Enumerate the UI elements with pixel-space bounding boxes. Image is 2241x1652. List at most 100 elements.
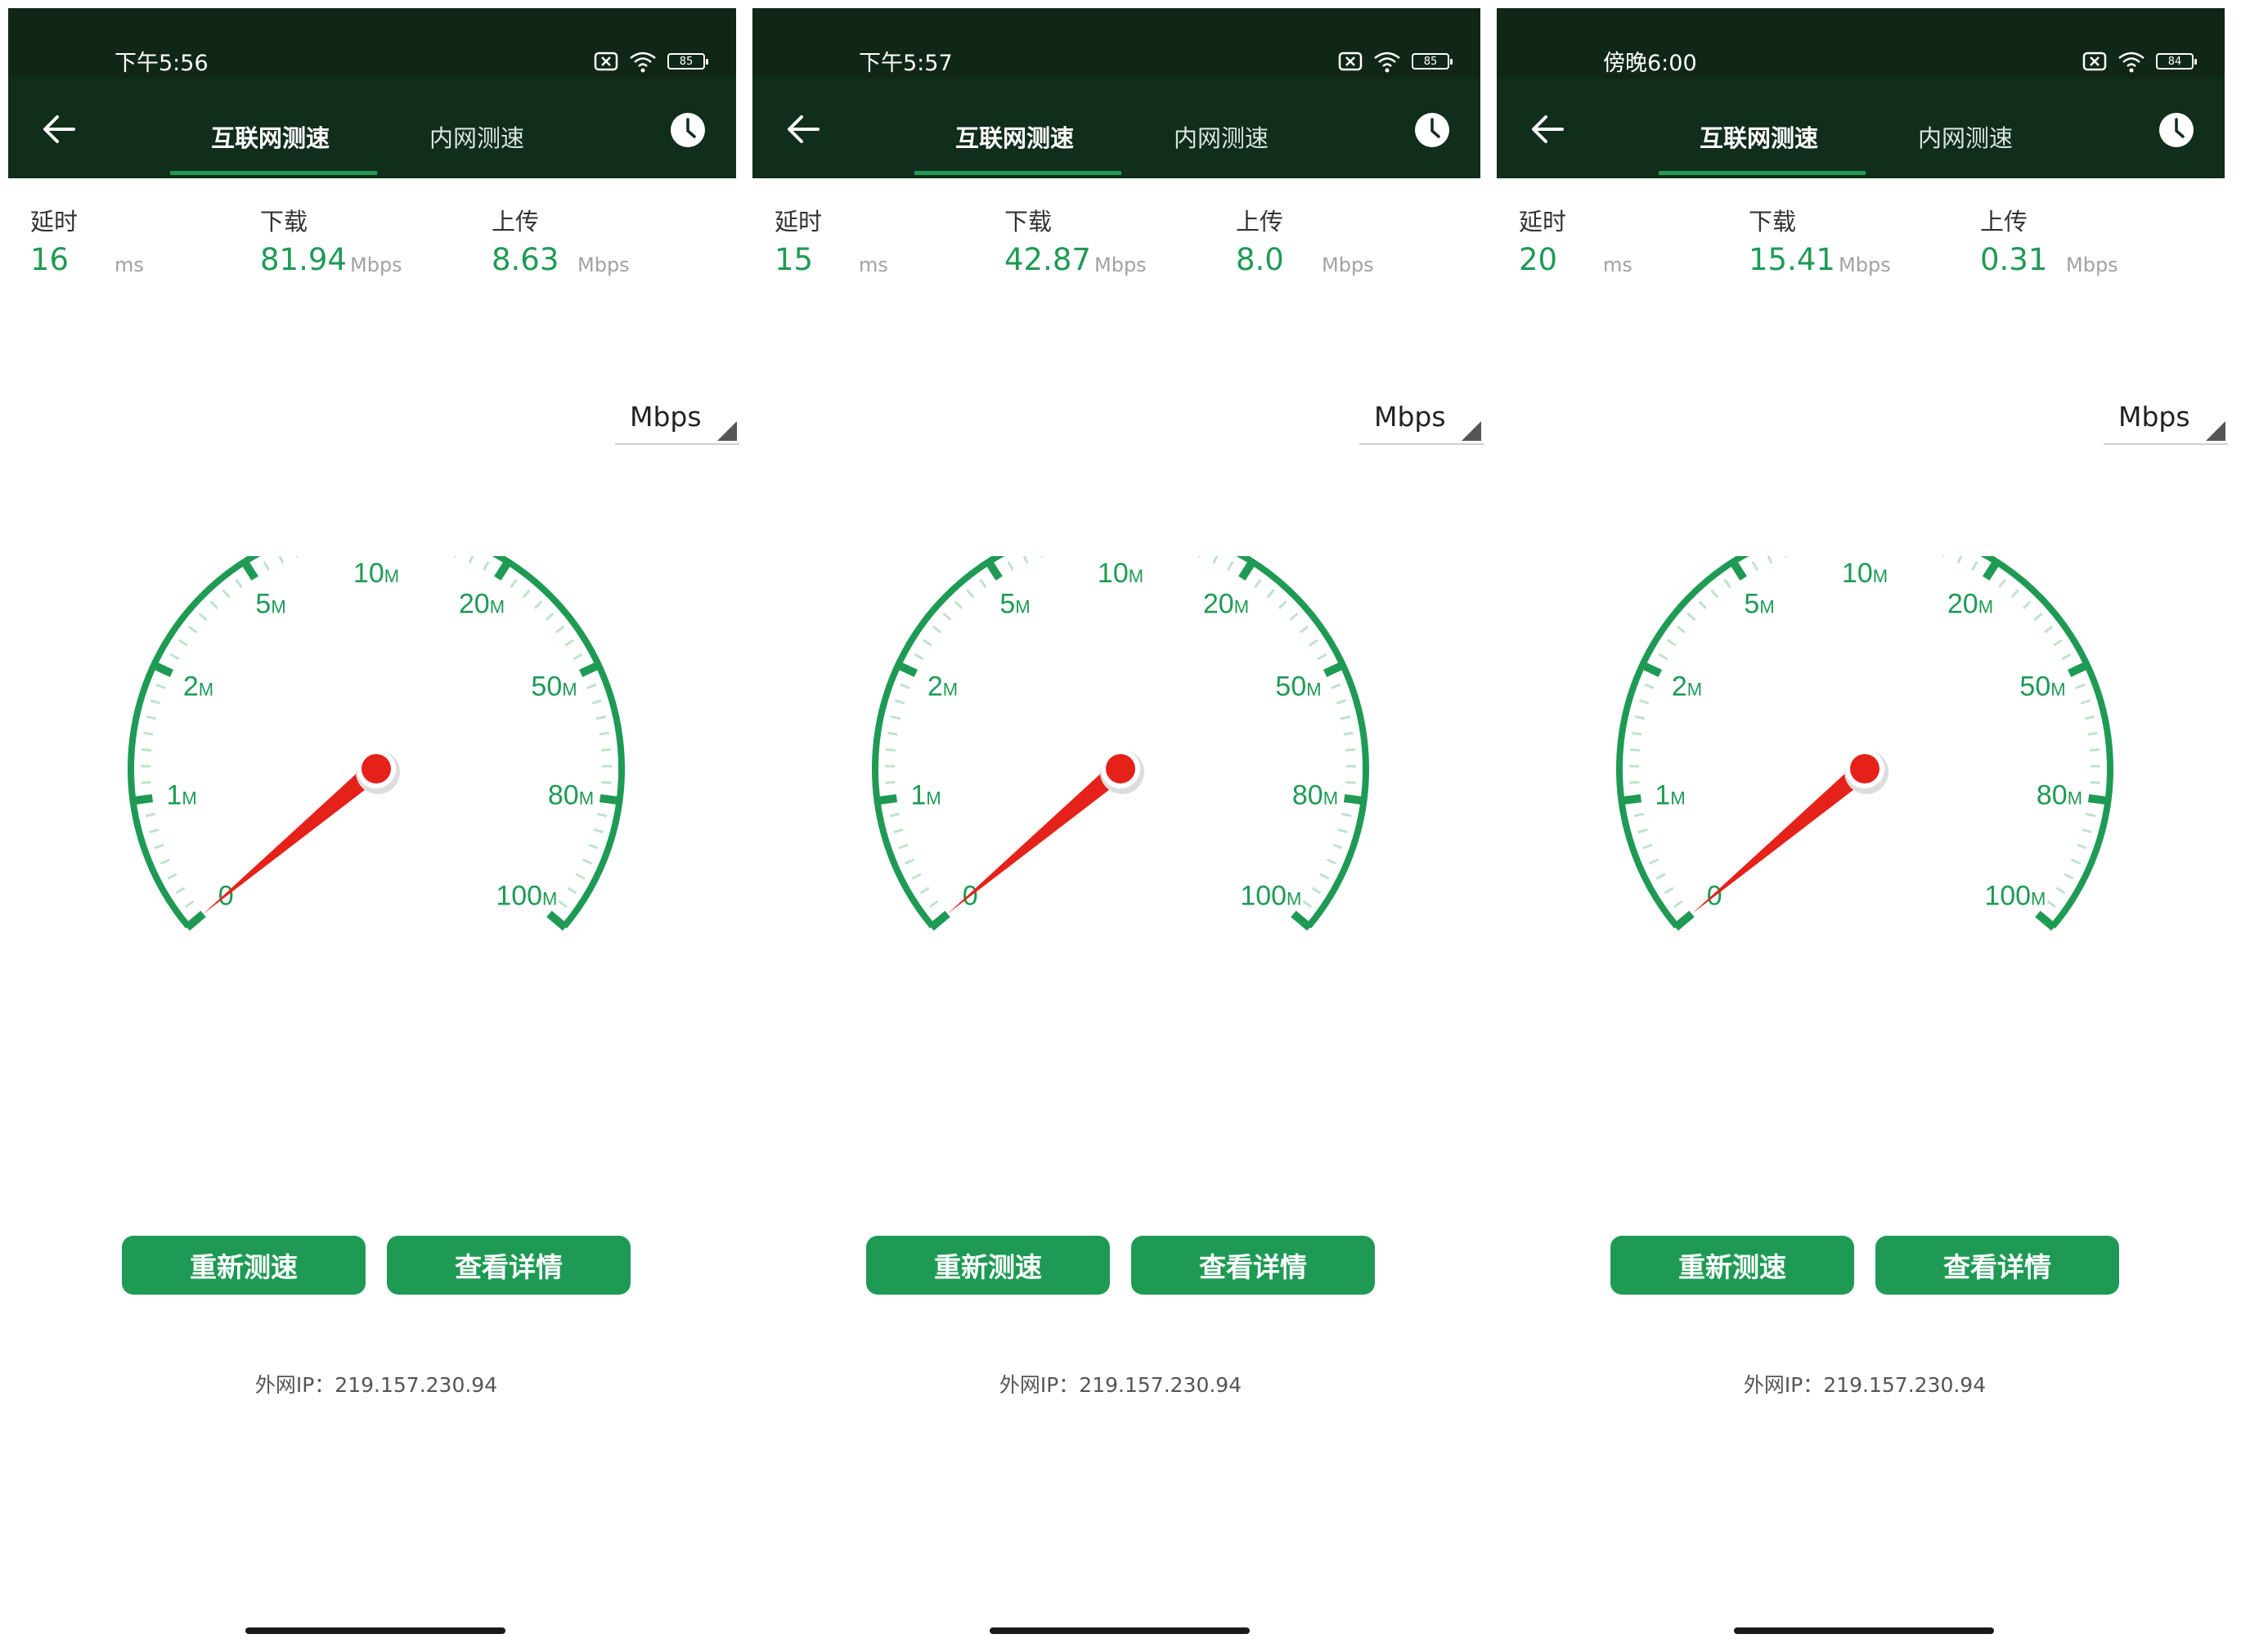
gauge-minor-tick bbox=[1751, 561, 1758, 572]
navigation-bar: 互联网测速 内网测速 bbox=[1497, 79, 2225, 178]
gauge-minor-tick bbox=[545, 612, 555, 622]
tab-internet-speed[interactable]: 互联网测速 bbox=[1700, 119, 1818, 154]
gauge-scale-suffix: M bbox=[1129, 566, 1143, 586]
gauge-major-tick bbox=[984, 558, 1003, 581]
retest-button[interactable]: 重新测速 bbox=[866, 1236, 1110, 1295]
gauge-scale-label: 100M bbox=[1240, 880, 1301, 911]
gauge-minor-tick bbox=[1648, 858, 1659, 865]
gauge-scale-suffix: M bbox=[1687, 680, 1702, 700]
gauge-minor-tick bbox=[575, 873, 586, 880]
back-arrow-icon[interactable] bbox=[1529, 113, 1565, 146]
gauge-minor-tick bbox=[235, 578, 243, 589]
tab-intranet-speed[interactable]: 内网测速 bbox=[1918, 119, 2013, 154]
gauge-major-tick bbox=[184, 910, 206, 931]
tab-intranet-speed[interactable]: 内网测速 bbox=[429, 119, 524, 154]
gauge-minor-tick bbox=[1998, 578, 2006, 589]
gauge-minor-tick bbox=[150, 698, 161, 705]
gauge-minor-tick bbox=[154, 843, 164, 850]
gauge-minor-tick bbox=[2033, 612, 2043, 622]
gauge-minor-tick bbox=[1340, 715, 1351, 721]
gauge-scale-label: 80M bbox=[1292, 779, 1338, 810]
latency-unit: ms bbox=[1603, 254, 1632, 276]
gauge-minor-tick bbox=[1040, 556, 1044, 558]
view-details-button[interactable]: 查看详情 bbox=[1875, 1236, 2119, 1295]
download-unit: Mbps bbox=[350, 254, 402, 276]
gauge-minor-tick bbox=[187, 625, 198, 634]
gauge-major-tick bbox=[2035, 910, 2057, 931]
gauge-major-tick bbox=[2068, 660, 2091, 677]
gauge-minor-tick bbox=[2082, 828, 2092, 834]
gauge-minor-tick bbox=[1637, 828, 1648, 834]
gauge-minor-tick bbox=[922, 639, 932, 647]
battery-level: 85 bbox=[679, 55, 694, 68]
tab-internet-speed[interactable]: 互联网测速 bbox=[955, 119, 1074, 154]
gauge-minor-tick bbox=[1345, 747, 1356, 752]
no-sim-icon bbox=[2082, 52, 2107, 71]
unit-dropdown[interactable]: Mbps bbox=[1359, 399, 1484, 445]
gauge-minor-tick bbox=[534, 600, 543, 609]
navigation-bar: 互联网测速 内网测速 bbox=[8, 79, 736, 178]
gauge-scale-label: 50M bbox=[2019, 671, 2065, 703]
latency-metric: 延时 16 ms bbox=[30, 203, 144, 277]
download-value: 15.41 bbox=[1749, 242, 1835, 277]
no-sim-icon bbox=[594, 52, 618, 71]
back-arrow-icon[interactable] bbox=[41, 113, 77, 146]
gauge-minor-tick bbox=[1317, 653, 1327, 661]
home-indicator[interactable] bbox=[990, 1627, 1250, 1634]
gauge-minor-tick bbox=[1309, 639, 1319, 647]
gauge-scale-label: 1M bbox=[166, 779, 196, 810]
tab-internet-speed[interactable]: 互联网测速 bbox=[211, 119, 330, 154]
gauge-major-tick bbox=[150, 660, 173, 677]
gauge-minor-tick bbox=[1723, 578, 1731, 589]
retest-button[interactable]: 重新测速 bbox=[122, 1236, 366, 1295]
gauge-minor-tick bbox=[942, 612, 952, 622]
wifi-icon bbox=[2118, 52, 2144, 73]
retest-button[interactable]: 重新测速 bbox=[1610, 1236, 1854, 1295]
view-details-button[interactable]: 查看详情 bbox=[1131, 1236, 1375, 1295]
clock-icon[interactable] bbox=[1413, 111, 1451, 149]
clock-icon[interactable] bbox=[669, 111, 707, 149]
latency-metric: 延时 20 ms bbox=[1519, 203, 1632, 277]
speed-gauge: 01M2M5M10M20M50M80M100M bbox=[128, 556, 625, 931]
gauge-scale-label: 5M bbox=[255, 589, 285, 620]
gauge-minor-tick bbox=[1197, 556, 1201, 558]
needle-hub bbox=[362, 754, 391, 783]
gauge-arc bbox=[1616, 556, 2113, 929]
gauge-needle bbox=[947, 761, 1127, 914]
gauge-minor-tick bbox=[1331, 683, 1341, 689]
gauge-minor-tick bbox=[2055, 887, 2066, 895]
clock-icon[interactable] bbox=[2158, 111, 2195, 149]
back-arrow-icon[interactable] bbox=[785, 113, 821, 146]
gauge-scale-suffix: M bbox=[562, 680, 577, 700]
battery-icon: 85 bbox=[1412, 53, 1453, 70]
home-indicator[interactable] bbox=[1734, 1627, 1994, 1634]
tab-intranet-speed[interactable]: 内网测速 bbox=[1174, 119, 1269, 154]
gauge-minor-tick bbox=[887, 731, 898, 736]
gauge-major-tick bbox=[546, 910, 568, 931]
dropdown-corner-icon bbox=[1462, 421, 1481, 441]
gauge-scale-suffix: M bbox=[1323, 788, 1338, 808]
gauge-minor-tick bbox=[141, 747, 152, 752]
needle-hub bbox=[1106, 754, 1135, 783]
dropdown-corner-icon bbox=[717, 421, 737, 441]
gauge-minor-tick bbox=[885, 747, 896, 752]
status-icons: 85 bbox=[594, 49, 708, 74]
gauge-scale-label: 80M bbox=[548, 779, 594, 810]
gauge-scale-label: 100M bbox=[496, 880, 557, 911]
status-time: 下午5:56 bbox=[115, 51, 209, 76]
gauge-minor-tick bbox=[1710, 589, 1719, 599]
gauge-minor-tick bbox=[2075, 683, 2086, 689]
unit-dropdown[interactable]: Mbps bbox=[615, 399, 739, 445]
gauge-minor-tick bbox=[468, 556, 474, 564]
view-details-button[interactable]: 查看详情 bbox=[387, 1236, 631, 1295]
gauge-minor-tick bbox=[1655, 873, 1666, 880]
unit-dropdown[interactable]: Mbps bbox=[2104, 399, 2228, 445]
home-indicator[interactable] bbox=[245, 1627, 505, 1634]
gauge-minor-tick bbox=[2087, 731, 2098, 736]
battery-level: 84 bbox=[2167, 55, 2182, 68]
upload-metric: 上传 0.31 Mbps bbox=[1980, 203, 2118, 277]
status-bar: 下午5:56 85 bbox=[8, 8, 736, 79]
gauge-major-tick bbox=[599, 794, 622, 806]
gauge-major-tick bbox=[579, 660, 602, 677]
gauge-minor-tick bbox=[453, 556, 456, 558]
